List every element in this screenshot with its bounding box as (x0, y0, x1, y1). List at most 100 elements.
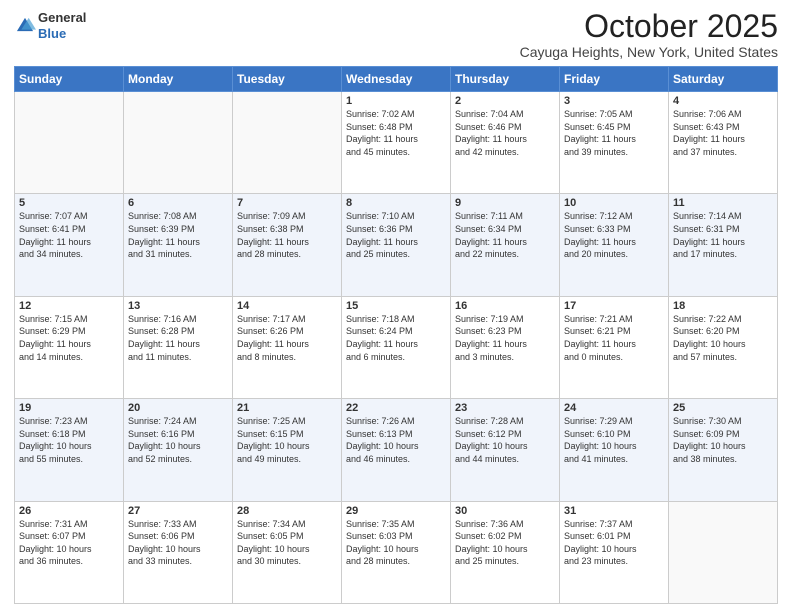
day-info: Sunrise: 7:19 AMSunset: 6:23 PMDaylight:… (455, 313, 555, 363)
logo-blue: Blue (38, 26, 66, 41)
day-number: 19 (19, 402, 119, 414)
day-number: 17 (564, 300, 664, 312)
day-number: 4 (673, 95, 773, 107)
day-cell: 16Sunrise: 7:19 AMSunset: 6:23 PMDayligh… (451, 296, 560, 398)
title-area: October 2025 Cayuga Heights, New York, U… (520, 10, 778, 60)
page: General Blue October 2025 Cayuga Heights… (0, 0, 792, 612)
day-cell: 18Sunrise: 7:22 AMSunset: 6:20 PMDayligh… (669, 296, 778, 398)
day-info: Sunrise: 7:02 AMSunset: 6:48 PMDaylight:… (346, 108, 446, 158)
week-row-4: 19Sunrise: 7:23 AMSunset: 6:18 PMDayligh… (15, 399, 778, 501)
day-cell: 15Sunrise: 7:18 AMSunset: 6:24 PMDayligh… (342, 296, 451, 398)
day-info: Sunrise: 7:17 AMSunset: 6:26 PMDaylight:… (237, 313, 337, 363)
day-cell (15, 92, 124, 194)
logo-general: General (38, 10, 86, 25)
day-cell: 24Sunrise: 7:29 AMSunset: 6:10 PMDayligh… (560, 399, 669, 501)
day-info: Sunrise: 7:07 AMSunset: 6:41 PMDaylight:… (19, 210, 119, 260)
logo: General Blue (14, 10, 86, 41)
day-cell: 10Sunrise: 7:12 AMSunset: 6:33 PMDayligh… (560, 194, 669, 296)
day-number: 11 (673, 197, 773, 209)
day-info: Sunrise: 7:24 AMSunset: 6:16 PMDaylight:… (128, 415, 228, 465)
day-number: 24 (564, 402, 664, 414)
day-info: Sunrise: 7:34 AMSunset: 6:05 PMDaylight:… (237, 518, 337, 568)
day-number: 20 (128, 402, 228, 414)
day-cell: 22Sunrise: 7:26 AMSunset: 6:13 PMDayligh… (342, 399, 451, 501)
month-title: October 2025 (520, 10, 778, 42)
day-number: 10 (564, 197, 664, 209)
day-cell: 20Sunrise: 7:24 AMSunset: 6:16 PMDayligh… (124, 399, 233, 501)
day-info: Sunrise: 7:28 AMSunset: 6:12 PMDaylight:… (455, 415, 555, 465)
day-cell: 30Sunrise: 7:36 AMSunset: 6:02 PMDayligh… (451, 501, 560, 603)
col-monday: Monday (124, 67, 233, 92)
day-info: Sunrise: 7:33 AMSunset: 6:06 PMDaylight:… (128, 518, 228, 568)
col-thursday: Thursday (451, 67, 560, 92)
week-row-1: 1Sunrise: 7:02 AMSunset: 6:48 PMDaylight… (15, 92, 778, 194)
day-number: 29 (346, 505, 446, 517)
day-cell: 2Sunrise: 7:04 AMSunset: 6:46 PMDaylight… (451, 92, 560, 194)
day-info: Sunrise: 7:11 AMSunset: 6:34 PMDaylight:… (455, 210, 555, 260)
day-info: Sunrise: 7:29 AMSunset: 6:10 PMDaylight:… (564, 415, 664, 465)
day-cell (669, 501, 778, 603)
day-cell: 11Sunrise: 7:14 AMSunset: 6:31 PMDayligh… (669, 194, 778, 296)
day-info: Sunrise: 7:06 AMSunset: 6:43 PMDaylight:… (673, 108, 773, 158)
day-number: 15 (346, 300, 446, 312)
calendar-table: Sunday Monday Tuesday Wednesday Thursday… (14, 66, 778, 604)
header: General Blue October 2025 Cayuga Heights… (14, 10, 778, 60)
logo-text: General Blue (38, 10, 86, 41)
day-cell: 9Sunrise: 7:11 AMSunset: 6:34 PMDaylight… (451, 194, 560, 296)
col-sunday: Sunday (15, 67, 124, 92)
day-info: Sunrise: 7:31 AMSunset: 6:07 PMDaylight:… (19, 518, 119, 568)
day-info: Sunrise: 7:23 AMSunset: 6:18 PMDaylight:… (19, 415, 119, 465)
day-info: Sunrise: 7:16 AMSunset: 6:28 PMDaylight:… (128, 313, 228, 363)
day-info: Sunrise: 7:21 AMSunset: 6:21 PMDaylight:… (564, 313, 664, 363)
day-number: 22 (346, 402, 446, 414)
day-cell: 8Sunrise: 7:10 AMSunset: 6:36 PMDaylight… (342, 194, 451, 296)
col-wednesday: Wednesday (342, 67, 451, 92)
day-info: Sunrise: 7:37 AMSunset: 6:01 PMDaylight:… (564, 518, 664, 568)
col-friday: Friday (560, 67, 669, 92)
day-info: Sunrise: 7:04 AMSunset: 6:46 PMDaylight:… (455, 108, 555, 158)
day-info: Sunrise: 7:26 AMSunset: 6:13 PMDaylight:… (346, 415, 446, 465)
day-info: Sunrise: 7:30 AMSunset: 6:09 PMDaylight:… (673, 415, 773, 465)
day-number: 6 (128, 197, 228, 209)
day-number: 16 (455, 300, 555, 312)
day-cell: 1Sunrise: 7:02 AMSunset: 6:48 PMDaylight… (342, 92, 451, 194)
day-cell: 14Sunrise: 7:17 AMSunset: 6:26 PMDayligh… (233, 296, 342, 398)
day-cell: 26Sunrise: 7:31 AMSunset: 6:07 PMDayligh… (15, 501, 124, 603)
day-cell: 23Sunrise: 7:28 AMSunset: 6:12 PMDayligh… (451, 399, 560, 501)
day-number: 31 (564, 505, 664, 517)
day-number: 5 (19, 197, 119, 209)
day-info: Sunrise: 7:25 AMSunset: 6:15 PMDaylight:… (237, 415, 337, 465)
day-number: 2 (455, 95, 555, 107)
day-number: 21 (237, 402, 337, 414)
day-cell (233, 92, 342, 194)
day-info: Sunrise: 7:10 AMSunset: 6:36 PMDaylight:… (346, 210, 446, 260)
logo-icon (14, 15, 36, 37)
day-info: Sunrise: 7:09 AMSunset: 6:38 PMDaylight:… (237, 210, 337, 260)
day-cell: 31Sunrise: 7:37 AMSunset: 6:01 PMDayligh… (560, 501, 669, 603)
day-number: 26 (19, 505, 119, 517)
header-row: Sunday Monday Tuesday Wednesday Thursday… (15, 67, 778, 92)
day-number: 7 (237, 197, 337, 209)
col-saturday: Saturday (669, 67, 778, 92)
day-info: Sunrise: 7:08 AMSunset: 6:39 PMDaylight:… (128, 210, 228, 260)
day-info: Sunrise: 7:35 AMSunset: 6:03 PMDaylight:… (346, 518, 446, 568)
week-row-5: 26Sunrise: 7:31 AMSunset: 6:07 PMDayligh… (15, 501, 778, 603)
day-cell: 7Sunrise: 7:09 AMSunset: 6:38 PMDaylight… (233, 194, 342, 296)
day-number: 18 (673, 300, 773, 312)
day-cell: 13Sunrise: 7:16 AMSunset: 6:28 PMDayligh… (124, 296, 233, 398)
day-number: 14 (237, 300, 337, 312)
week-row-3: 12Sunrise: 7:15 AMSunset: 6:29 PMDayligh… (15, 296, 778, 398)
day-cell: 3Sunrise: 7:05 AMSunset: 6:45 PMDaylight… (560, 92, 669, 194)
day-cell: 28Sunrise: 7:34 AMSunset: 6:05 PMDayligh… (233, 501, 342, 603)
day-number: 28 (237, 505, 337, 517)
day-info: Sunrise: 7:05 AMSunset: 6:45 PMDaylight:… (564, 108, 664, 158)
day-cell: 5Sunrise: 7:07 AMSunset: 6:41 PMDaylight… (15, 194, 124, 296)
day-cell: 25Sunrise: 7:30 AMSunset: 6:09 PMDayligh… (669, 399, 778, 501)
day-number: 8 (346, 197, 446, 209)
day-cell: 17Sunrise: 7:21 AMSunset: 6:21 PMDayligh… (560, 296, 669, 398)
day-cell: 19Sunrise: 7:23 AMSunset: 6:18 PMDayligh… (15, 399, 124, 501)
day-cell: 27Sunrise: 7:33 AMSunset: 6:06 PMDayligh… (124, 501, 233, 603)
day-info: Sunrise: 7:18 AMSunset: 6:24 PMDaylight:… (346, 313, 446, 363)
location: Cayuga Heights, New York, United States (520, 44, 778, 60)
day-number: 12 (19, 300, 119, 312)
